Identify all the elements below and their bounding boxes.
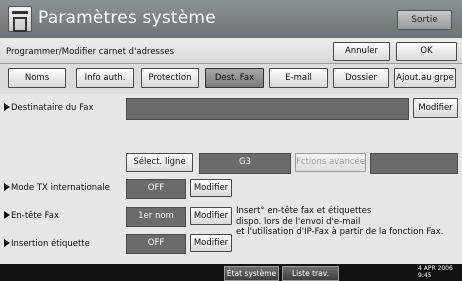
fax-header-label: En-tête Fax (11, 211, 59, 221)
triangle-right-icon (4, 183, 10, 191)
window-title: Paramètres système (38, 8, 216, 28)
fax-header-row: En-tête Fax (4, 211, 59, 221)
tab-names[interactable]: Noms (8, 68, 66, 88)
info-text-line: Insert° en-tête fax et étiquettes (236, 206, 372, 216)
cancel-button[interactable]: Annuler (333, 42, 390, 61)
international-tx-value: OFF (126, 179, 186, 199)
advanced-features-button[interactable]: Fctions avancées (295, 153, 366, 172)
info-text-line: dispo. lors de l'envoi d'e-mail (236, 216, 361, 227)
fax-header-modify-button[interactable]: Modifier (190, 207, 232, 225)
settings-tool-icon (8, 6, 32, 32)
tab-email[interactable]: E-mail (269, 68, 328, 88)
fax-header-value: 1er nom (126, 207, 186, 227)
advanced-features-value (370, 153, 458, 174)
international-tx-label: Mode TX internationale (11, 183, 110, 193)
page-subtitle: Programmer/Modifier carnet d'adresses (6, 47, 175, 57)
date: 4 APR 2006 (418, 265, 453, 272)
tab-auth-info[interactable]: Info auth. (76, 68, 134, 88)
ok-button[interactable]: OK (396, 42, 457, 61)
line-type-value: G3 (199, 153, 291, 174)
label-insertion-modify-button[interactable]: Modifier (190, 234, 232, 252)
tab-protection[interactable]: Protection (141, 68, 199, 88)
tab-fax-destination[interactable]: Dest. Fax (205, 68, 264, 88)
triangle-right-icon (4, 103, 10, 111)
info-text: Insert° en-tête fax et étiquettes dispo.… (236, 206, 460, 238)
time: 9:45 (418, 272, 432, 279)
fax-destination-modify-button[interactable]: Modifier (413, 98, 458, 118)
system-status-button[interactable]: État système (224, 266, 279, 281)
international-tx-modify-button[interactable]: Modifier (190, 179, 232, 197)
label-insertion-label: Insertion étiquette (11, 239, 90, 249)
tab-folder[interactable]: Dossier (333, 68, 389, 88)
tab-add-to-group[interactable]: Ajout.au grpe (394, 68, 456, 88)
exit-button[interactable]: Sortie (397, 10, 452, 30)
triangle-right-icon (4, 239, 10, 247)
label-insertion-value: OFF (126, 234, 186, 254)
fax-destination-field[interactable] (126, 98, 409, 120)
international-tx-row: Mode TX internationale (4, 183, 110, 193)
fax-destination-row: Destinataire du Fax (4, 103, 93, 113)
select-line-button[interactable]: Sélect. ligne (126, 153, 193, 172)
job-list-button[interactable]: Liste trav. (282, 266, 339, 281)
triangle-right-icon (4, 211, 10, 219)
fax-destination-label: Destinataire du Fax (11, 103, 94, 113)
date-time: 4 APR 2006 9:45 (418, 265, 453, 279)
info-text-line: et l'utilisation d'IP-Fax à partir de la… (236, 227, 444, 237)
label-insertion-row: Insertion étiquette (4, 239, 90, 249)
